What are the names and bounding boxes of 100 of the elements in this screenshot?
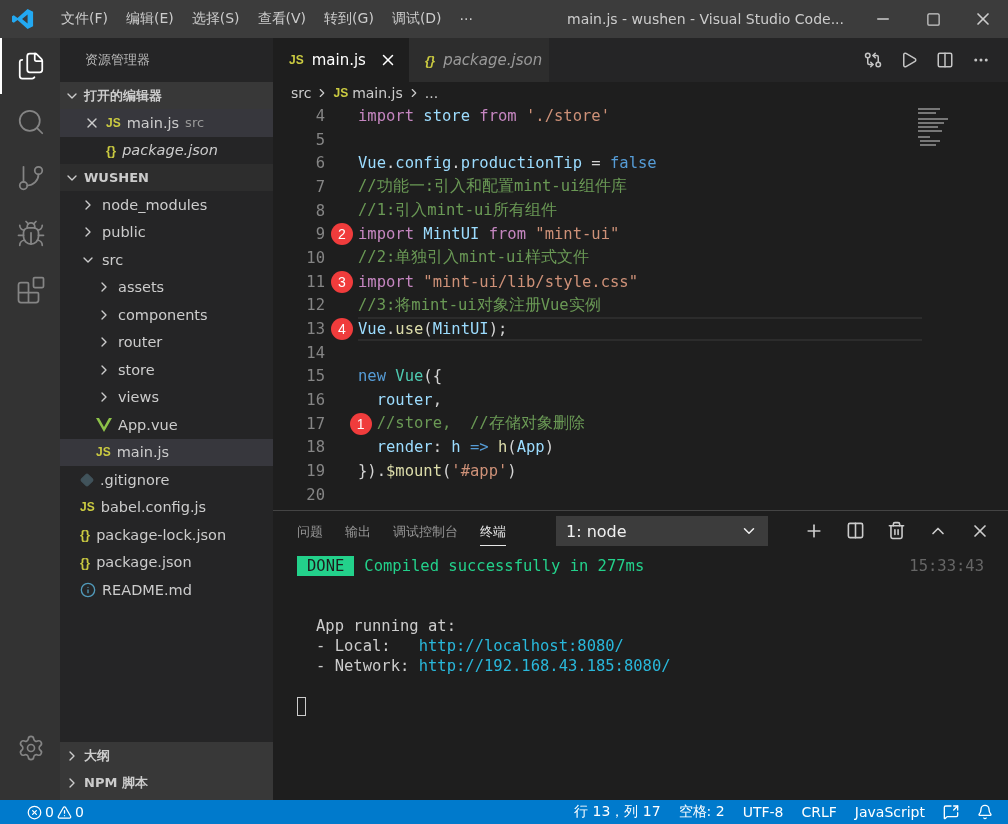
line-number: 4: [314, 105, 325, 127]
tree-item[interactable]: App.vue: [60, 411, 273, 439]
line-number: 11: [305, 271, 325, 293]
tree-item[interactable]: components: [60, 301, 273, 329]
tree-item[interactable]: .gitignore: [60, 466, 273, 494]
menu-item[interactable]: 编辑(E): [117, 10, 183, 28]
tree-item[interactable]: public: [60, 218, 273, 246]
info-icon: [80, 581, 96, 598]
problems-indicator[interactable]: 0 0: [20, 804, 91, 820]
error-icon: [27, 804, 42, 820]
js-file-icon: JS: [333, 86, 349, 100]
tree-item[interactable]: {} package.json: [60, 548, 273, 576]
terminal-text: App running at:: [316, 616, 456, 636]
number-badge: 4: [331, 318, 353, 341]
line-number: 5: [314, 129, 325, 151]
menu-item[interactable]: 选择(S): [182, 10, 249, 28]
split-icon[interactable]: [846, 521, 865, 540]
number-badge: 3: [331, 270, 353, 293]
status-item[interactable]: UTF-8: [735, 804, 791, 820]
braces-icon: {}: [425, 52, 436, 68]
line-number: 17: [305, 413, 325, 435]
window-title: main.js - wushen - Visual Studio Code...: [566, 11, 845, 27]
editor-tab[interactable]: {} package.json: [409, 38, 549, 82]
tree-item[interactable]: JS main.js: [60, 438, 273, 466]
js-file-icon: JS: [80, 500, 95, 515]
timestamp: 15:33:43: [909, 556, 984, 576]
run-icon[interactable]: [900, 51, 918, 69]
code-line: render: h => h(App): [375, 437, 556, 459]
status-item[interactable]: JavaScript: [847, 804, 932, 820]
line-number: 16: [305, 390, 325, 412]
code-line: import store from './store': [358, 105, 611, 127]
panel-tab[interactable]: 调试控制台: [393, 516, 458, 546]
open-editor-item[interactable]: {} package.json: [60, 136, 273, 164]
status-item[interactable]: CRLF: [794, 804, 844, 820]
more-menu[interactable]: ···: [450, 11, 482, 27]
terminal-cursor: [297, 696, 306, 716]
menu-item[interactable]: 文件(F): [52, 10, 117, 28]
js-file-icon: JS: [289, 53, 304, 67]
code-line: new Vue({: [358, 366, 443, 388]
status-item[interactable]: 行 13，列 17: [567, 803, 668, 821]
section-header[interactable]: 打开的编辑器: [60, 82, 273, 109]
braces-icon: {}: [80, 527, 91, 543]
js-file-icon: JS: [96, 445, 111, 460]
breadcrumb-item[interactable]: ...: [424, 85, 439, 101]
tree-item[interactable]: node_modules: [60, 191, 273, 219]
split-editor-icon[interactable]: [936, 51, 954, 69]
terminal-text: - Local:: [316, 636, 392, 656]
terminal-select[interactable]: 1: node: [556, 516, 768, 546]
tree-item[interactable]: README.md: [60, 576, 273, 604]
section-header[interactable]: WUSHEN: [60, 164, 273, 191]
line-number: 12: [305, 295, 325, 317]
diamond-icon: [80, 472, 94, 487]
line-number: 9: [314, 224, 325, 246]
line-number: 19: [305, 461, 325, 483]
url-link[interactable]: http://192.168.43.185:8080/: [418, 656, 671, 676]
code-line: //2:单独引入mint-ui样式文件: [358, 247, 590, 269]
line-number: 20: [305, 484, 325, 506]
feedback-icon[interactable]: [943, 804, 959, 820]
app-logo-icon: [12, 8, 34, 30]
url-link[interactable]: http://localhost:8080/: [418, 636, 624, 656]
tree-item[interactable]: {} package-lock.json: [60, 521, 273, 549]
line-number: 15: [305, 366, 325, 388]
number-badge: 1: [349, 412, 372, 435]
editor-tab[interactable]: JS main.js: [273, 38, 409, 82]
vue-logo-icon: [96, 417, 112, 432]
menu-item[interactable]: 查看(V): [248, 10, 316, 28]
line-number: 7: [314, 176, 325, 198]
line-number: 14: [305, 342, 325, 364]
tree-item[interactable]: store: [60, 356, 273, 384]
warning-icon: [56, 804, 72, 820]
status-item[interactable]: 空格: 2: [671, 803, 732, 821]
maximize-icon[interactable]: [925, 11, 941, 27]
js-file-icon: JS: [106, 115, 121, 130]
terminal-text: - Network:: [316, 656, 411, 676]
code-line: Vue.config.productionTip = false: [358, 153, 658, 175]
compare-icon[interactable]: [864, 51, 882, 69]
panel-tab[interactable]: 问题: [297, 516, 323, 546]
line-number: 8: [314, 200, 325, 222]
open-editor-item[interactable]: JS main.js src: [60, 109, 273, 137]
tree-item[interactable]: assets: [60, 273, 273, 301]
line-number: 13: [305, 319, 325, 341]
tree-item[interactable]: src: [60, 246, 273, 274]
code-line: //功能一:引入和配置mint-ui组件库: [358, 176, 629, 198]
menu-item[interactable]: 调试(D): [382, 10, 451, 28]
terminal-text: Compiled successfully in 277ms: [364, 556, 645, 576]
breadcrumb-item[interactable]: src: [291, 85, 312, 101]
tree-item[interactable]: views: [60, 383, 273, 411]
code-line: }).$mount('#app'): [358, 461, 518, 483]
sidebar-title: 资源管理器: [84, 51, 151, 69]
braces-icon: {}: [106, 142, 117, 158]
tree-item[interactable]: JS babel.config.js: [60, 493, 273, 521]
code-line: //1:引入mint-ui所有组件: [358, 200, 558, 222]
panel-tab[interactable]: 输出: [345, 516, 371, 546]
menu-item[interactable]: 转到(G): [315, 10, 383, 28]
trash-icon[interactable]: [887, 521, 906, 540]
panel-tab[interactable]: 终端: [480, 516, 506, 546]
bell-icon[interactable]: [977, 804, 993, 820]
breadcrumb-item[interactable]: main.js: [352, 85, 403, 101]
code-line: //3:将mint-ui对象注册Vue实例: [358, 294, 602, 316]
tree-item[interactable]: router: [60, 328, 273, 356]
